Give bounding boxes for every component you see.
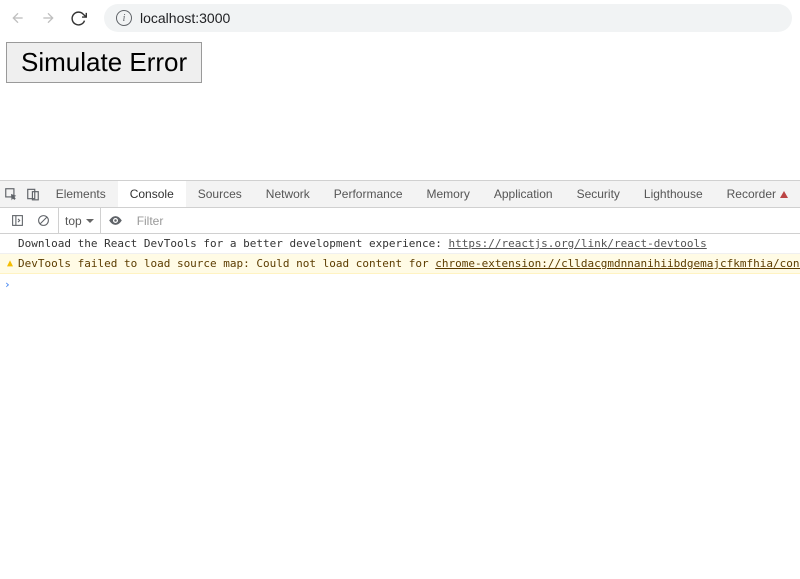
tab-sources[interactable]: Sources xyxy=(186,181,254,207)
device-toggle-icon[interactable] xyxy=(22,181,44,207)
warning-icon: ▲ xyxy=(2,255,18,272)
tab-lighthouse[interactable]: Lighthouse xyxy=(632,181,715,207)
console-warn-line: ▲ DevTools failed to load source map: Co… xyxy=(0,254,800,274)
tab-memory[interactable]: Memory xyxy=(415,181,482,207)
prompt-chevron-icon: › xyxy=(4,276,11,293)
devtools-tabbar: Elements Console Sources Network Perform… xyxy=(0,180,800,208)
console-log-link[interactable]: https://reactjs.org/link/react-devtools xyxy=(448,237,706,250)
console-filter-input[interactable] xyxy=(131,208,251,233)
console-toolbar: top xyxy=(0,208,800,234)
simulate-error-button[interactable]: Simulate Error xyxy=(6,42,202,83)
chevron-down-icon xyxy=(86,219,94,223)
live-expression-icon[interactable] xyxy=(105,213,127,228)
site-info-icon[interactable]: i xyxy=(116,10,132,26)
tab-performance[interactable]: Performance xyxy=(322,181,415,207)
clear-console-icon[interactable] xyxy=(32,214,54,227)
browser-toolbar: i localhost:3000 xyxy=(0,0,800,36)
console-sidebar-toggle-icon[interactable] xyxy=(6,214,28,227)
tab-console[interactable]: Console xyxy=(118,181,186,207)
inspect-element-icon[interactable] xyxy=(0,181,22,207)
address-bar[interactable]: i localhost:3000 xyxy=(104,4,792,32)
tab-recorder[interactable]: Recorder xyxy=(715,181,800,207)
tab-security[interactable]: Security xyxy=(565,181,632,207)
url-text: localhost:3000 xyxy=(140,10,230,26)
console-warn-text: DevTools failed to load source map: Coul… xyxy=(18,257,435,270)
console-warn-link[interactable]: chrome-extension://clldacgmdnnanihiibdge… xyxy=(435,257,800,270)
console-log-text: Download the React DevTools for a better… xyxy=(18,237,448,250)
context-selector[interactable]: top xyxy=(58,208,101,233)
console-output: Download the React DevTools for a better… xyxy=(0,234,800,295)
console-log-line: Download the React DevTools for a better… xyxy=(0,234,800,254)
tab-network[interactable]: Network xyxy=(254,181,322,207)
tab-application[interactable]: Application xyxy=(482,181,565,207)
page-viewport: Simulate Error xyxy=(0,36,800,180)
context-label: top xyxy=(65,214,82,228)
reload-button[interactable] xyxy=(68,8,88,28)
console-prompt[interactable]: › xyxy=(0,274,800,295)
forward-button[interactable] xyxy=(38,8,58,28)
tab-elements[interactable]: Elements xyxy=(44,181,118,207)
back-button[interactable] xyxy=(8,8,28,28)
